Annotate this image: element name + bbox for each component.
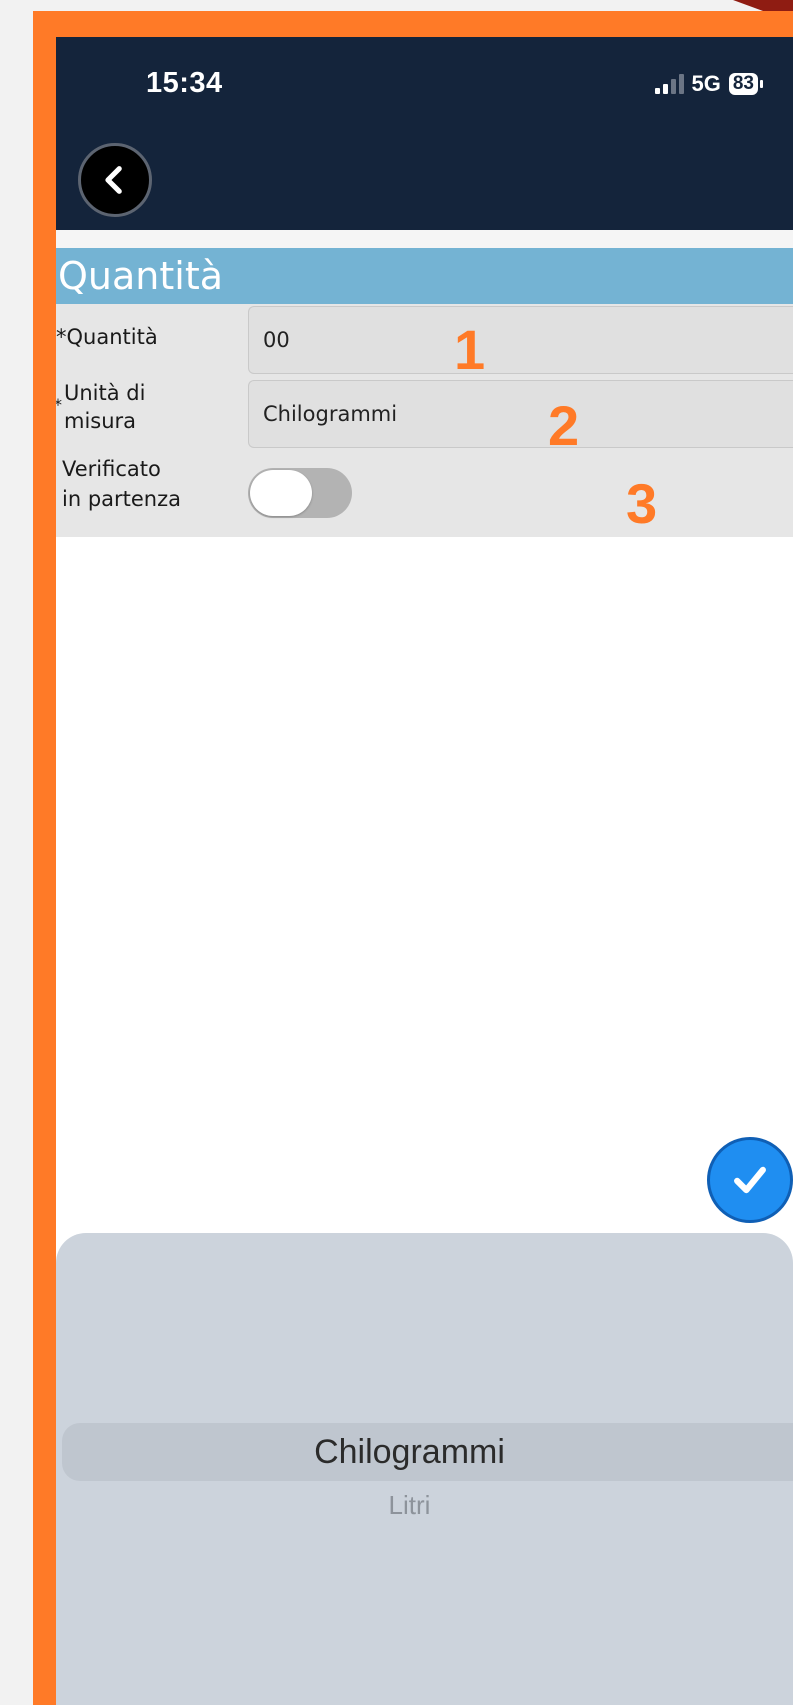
unit-picker[interactable]: Chilogrammi Litri: [56, 1233, 793, 1705]
annotation-marker-3: 3: [626, 472, 658, 535]
annotation-marker-2: 2: [548, 394, 580, 457]
signal-icon: [654, 74, 684, 94]
quantity-form: *Quantità 00 * Unità di misura Chilogram…: [56, 304, 793, 537]
status-indicators: 5G 83: [654, 71, 763, 97]
quantity-label: *Quantità: [56, 325, 158, 349]
back-button[interactable]: [78, 143, 152, 217]
network-label: 5G: [691, 71, 721, 96]
verified-label-line2: in partenza: [62, 487, 182, 511]
unit-select[interactable]: Chilogrammi: [248, 380, 793, 448]
annotation-frame: 15:34 5G 83 Quantità *Quantità 00 * Unit…: [33, 11, 793, 1705]
top-bar: 15:34 5G 83: [56, 37, 793, 230]
unit-label-line1: Unità di: [64, 381, 146, 405]
quantity-input[interactable]: 00: [248, 306, 793, 374]
annotation-marker-1: 1: [454, 318, 486, 381]
battery-icon: 83: [728, 73, 758, 95]
section-title: Quantità: [56, 248, 793, 304]
phone-screen: 15:34 5G 83 Quantità *Quantità 00 * Unit…: [56, 37, 793, 1705]
status-time: 15:34: [146, 67, 223, 99]
chevron-left-icon: [105, 166, 122, 194]
checkmark-icon: [734, 1166, 766, 1194]
unit-label-line2: misura: [64, 409, 137, 433]
unit-required-mark: *: [56, 392, 62, 418]
divider: [56, 230, 793, 248]
picker-option[interactable]: Litri: [56, 1483, 763, 1527]
battery-tip: [760, 80, 763, 88]
toggle-knob: [250, 470, 312, 516]
verified-label-line1: Verificato: [62, 457, 161, 481]
picker-option-selected[interactable]: Chilogrammi: [56, 1423, 763, 1481]
verified-toggle[interactable]: [248, 468, 352, 518]
confirm-button[interactable]: [707, 1137, 793, 1223]
